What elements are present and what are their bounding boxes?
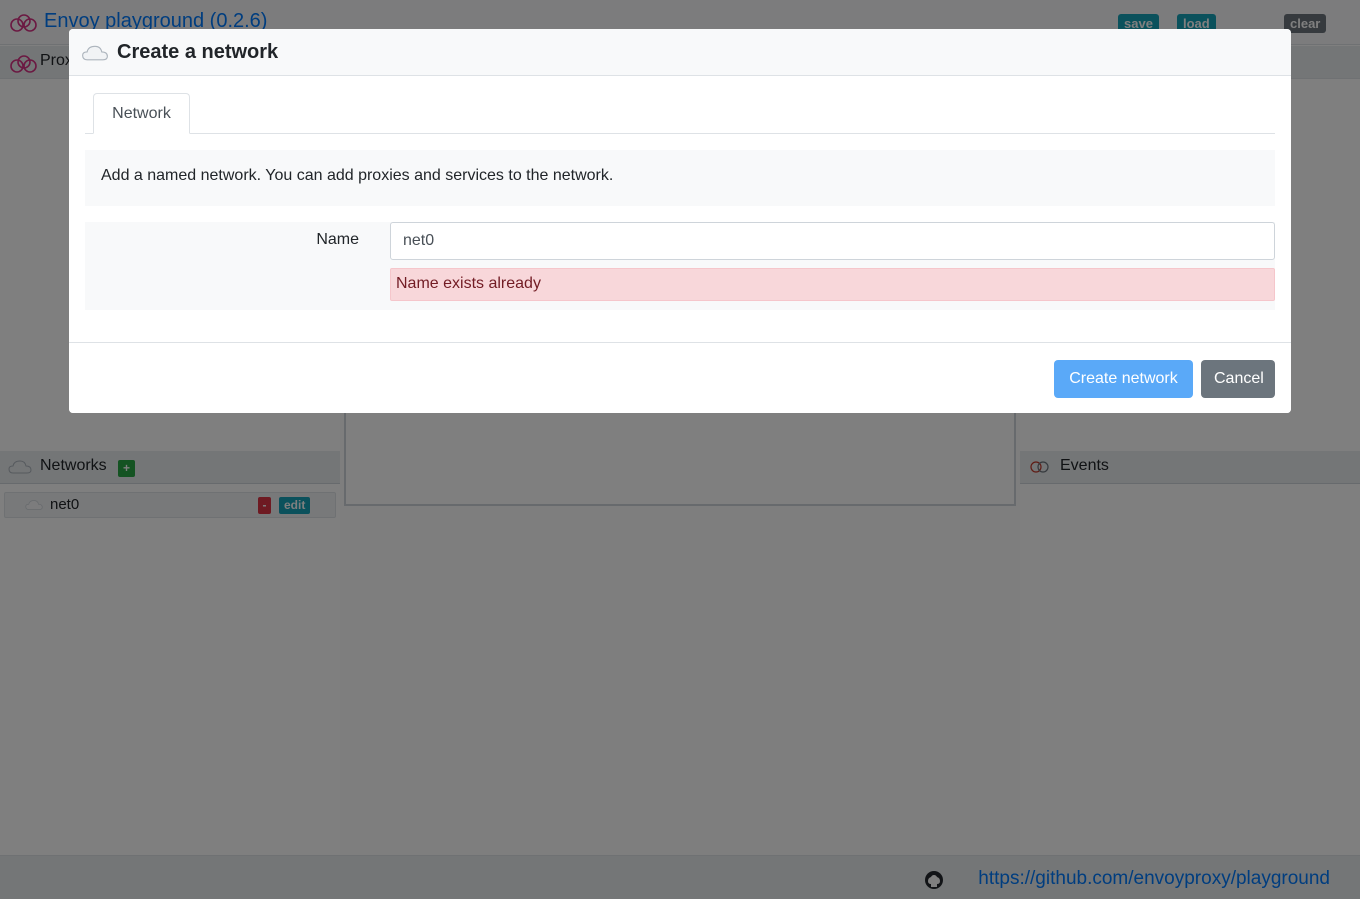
tabs-divider <box>85 133 1275 134</box>
create-network-button[interactable]: Create network <box>1054 360 1193 398</box>
modal-description: Add a named network. You can add proxies… <box>85 150 1275 206</box>
name-form-row: Name Name exists already <box>85 222 1275 310</box>
cloud-icon <box>82 45 108 61</box>
name-input[interactable] <box>390 222 1275 260</box>
name-label: Name <box>316 231 359 248</box>
cancel-button[interactable]: Cancel <box>1201 360 1275 398</box>
name-error-message: Name exists already <box>390 268 1275 301</box>
modal-footer: Create network Cancel <box>69 342 1291 413</box>
tab-network[interactable]: Network <box>93 93 190 134</box>
modal-header: Create a network <box>69 29 1291 76</box>
create-network-modal: Create a network Network Add a named net… <box>69 29 1291 413</box>
modal-title: Create a network <box>117 41 279 63</box>
